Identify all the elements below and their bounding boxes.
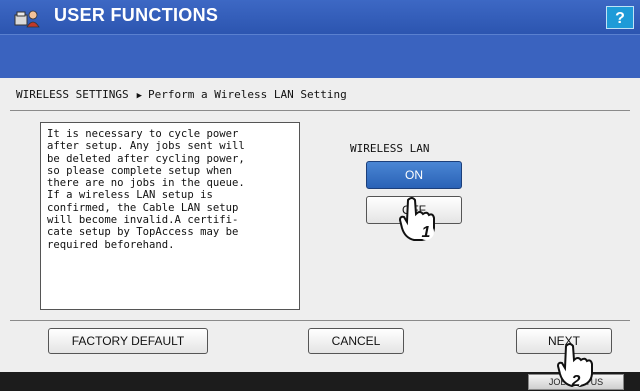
help-button[interactable]: ? [606, 6, 634, 29]
wireless-lan-label: WIRELESS LAN [350, 142, 430, 155]
right-triangle-icon: ▶ [136, 91, 143, 101]
factory-default-button[interactable]: FACTORY DEFAULT [48, 328, 208, 354]
step-2-label: 2 [571, 373, 581, 388]
message-line: confirmed, the Cable LAN setup [47, 201, 239, 214]
title-bar: USER FUNCTIONS ? [0, 0, 640, 34]
bottom-divider [10, 320, 630, 321]
cancel-button[interactable]: CANCEL [308, 328, 404, 354]
page-title: USER FUNCTIONS [54, 5, 219, 25]
user-functions-icon [14, 10, 40, 28]
message-line: cate setup by TopAccess may be [47, 226, 239, 239]
message-line: so please complete setup when [47, 164, 232, 177]
message-line: It is necessary to cycle power [47, 128, 239, 140]
message-box: It is necessary to cycle power after set… [40, 122, 300, 310]
breadcrumb-section: WIRELESS SETTINGS [16, 88, 129, 101]
breadcrumb-page: Perform a Wireless LAN Setting [148, 88, 347, 101]
message-line: required beforehand. [47, 238, 175, 251]
message-line: will become invalid.A certifi- [47, 214, 239, 227]
status-bar: JOB STATUS [0, 372, 640, 391]
wireless-on-button[interactable]: ON [366, 161, 462, 189]
step-1-label: 1 [422, 224, 431, 241]
message-line: be deleted after cycling power, [47, 152, 245, 165]
pointing-hand-icon: 2 [556, 343, 593, 388]
message-line: If a wireless LAN setup is [47, 189, 213, 202]
message-line: after setup. Any jobs sent will [47, 140, 245, 153]
pointing-hand-icon: 1 [398, 197, 435, 241]
top-divider [10, 110, 630, 111]
message-line: there are no jobs in the queue. [47, 177, 245, 190]
header-band [0, 34, 640, 78]
main-panel: WIRELESS SETTINGS ▶ Perform a Wireless LAN… [0, 78, 640, 372]
breadcrumb: WIRELESS SETTINGS ▶ Perform a Wireless LAN… [16, 88, 347, 101]
